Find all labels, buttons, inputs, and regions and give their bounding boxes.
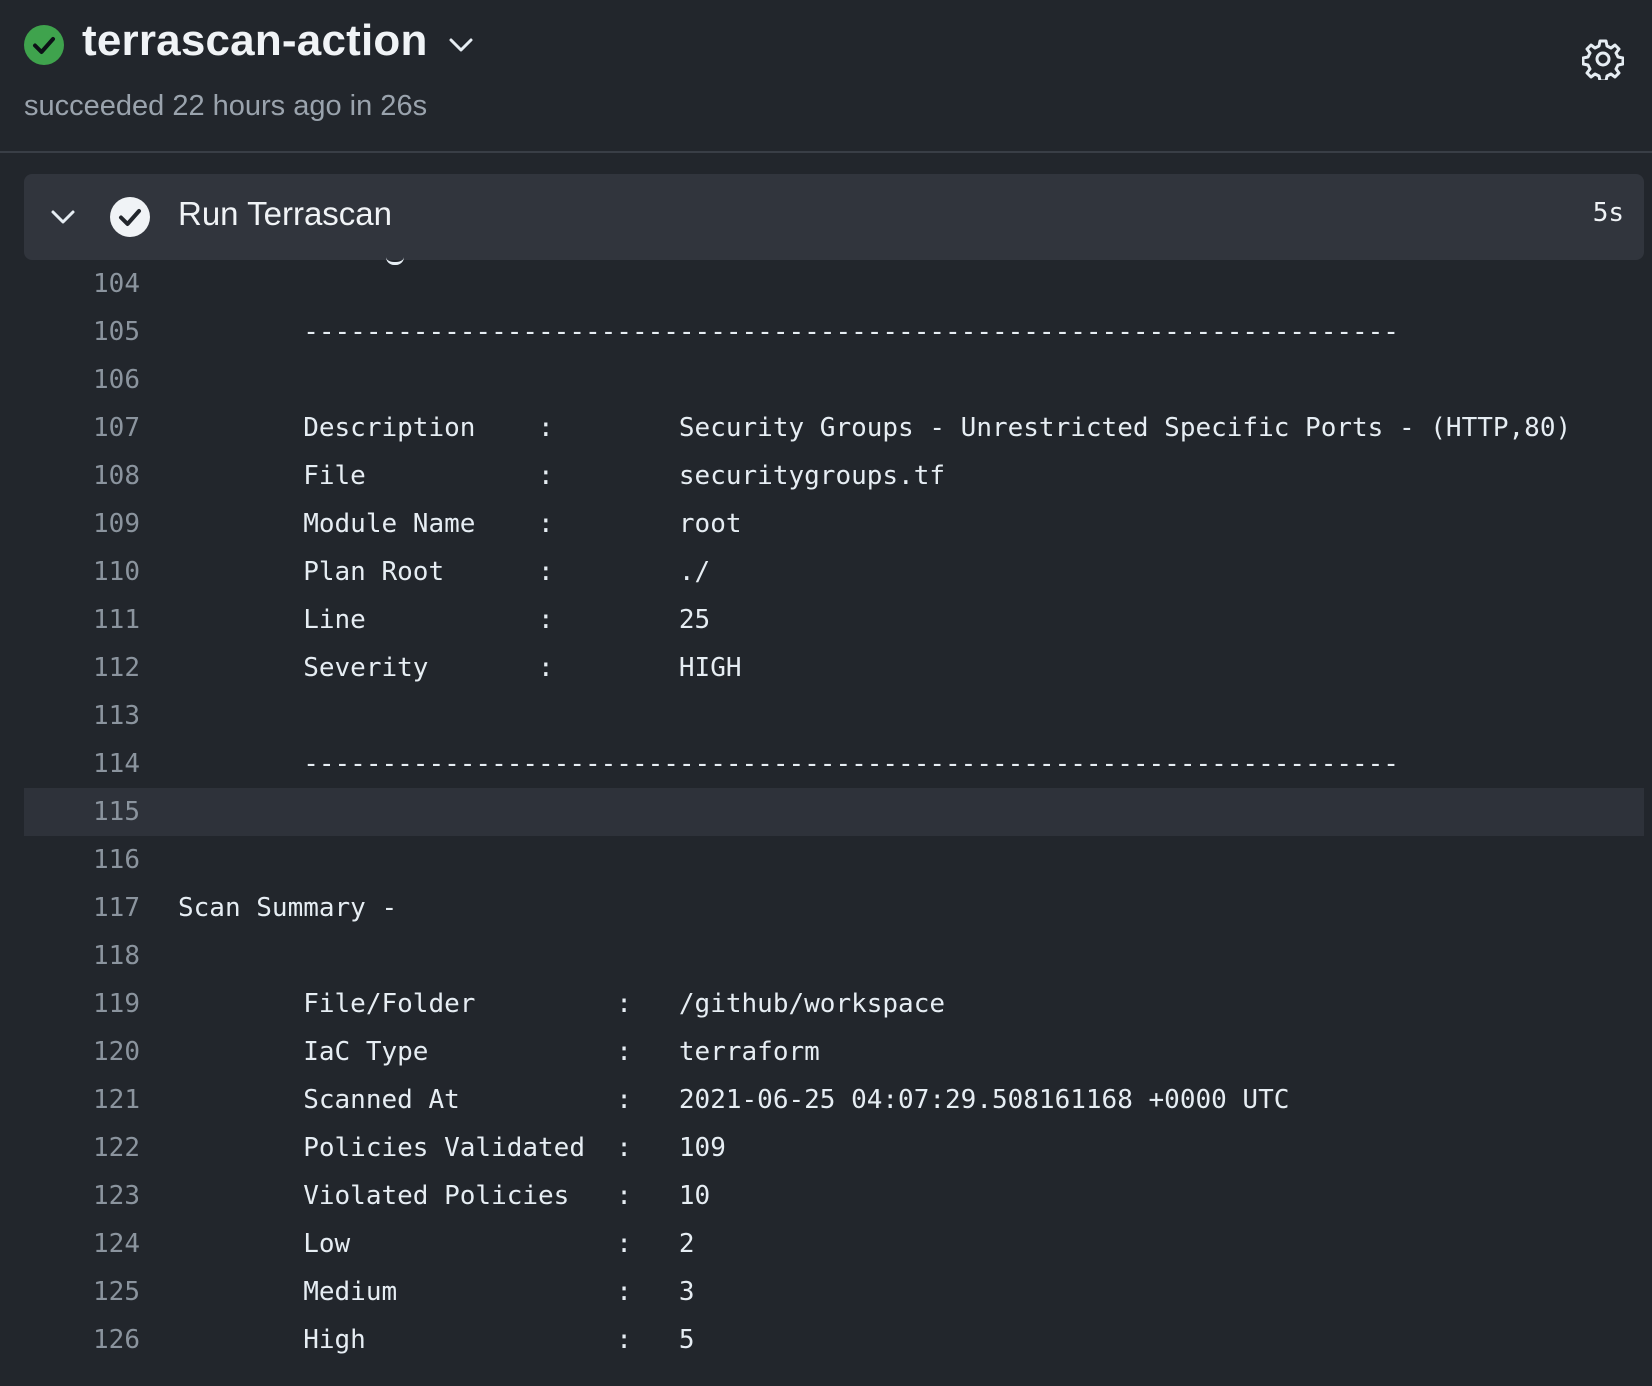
line-number[interactable]: 111 <box>24 596 140 644</box>
line-number[interactable]: 122 <box>24 1124 140 1172</box>
line-number[interactable]: 105 <box>24 308 140 356</box>
line-number[interactable]: 106 <box>24 356 140 404</box>
line-number[interactable]: 115 <box>24 788 140 836</box>
log-line[interactable]: 113 <box>24 692 1644 740</box>
line-text: IaC Type : terraform <box>178 1037 820 1067</box>
job-header: terrascan-action succeeded 22 hours ago … <box>0 0 1652 153</box>
line-number[interactable]: 108 <box>24 452 140 500</box>
line-number[interactable]: 119 <box>24 980 140 1028</box>
line-text: Plan Root : ./ <box>178 557 711 587</box>
log-line[interactable]: 109 Module Name : root <box>24 500 1644 548</box>
line-number[interactable]: 118 <box>24 932 140 980</box>
log-line[interactable]: 112 Severity : HIGH <box>24 644 1644 692</box>
line-number[interactable]: 121 <box>24 1076 140 1124</box>
line-text: Line : 25 <box>178 605 711 635</box>
check-circle-icon <box>110 197 150 237</box>
log-line[interactable]: 115 <box>24 788 1644 836</box>
log-line[interactable]: 105 ------------------------------------… <box>24 308 1644 356</box>
line-number[interactable]: 117 <box>24 884 140 932</box>
line-number[interactable]: 112 <box>24 644 140 692</box>
line-number[interactable]: 114 <box>24 740 140 788</box>
line-text: Low : 2 <box>178 1229 695 1259</box>
log-line[interactable]: 108 File : securitygroups.tf <box>24 452 1644 500</box>
line-text: Scan Summary - <box>178 893 398 923</box>
log-line[interactable]: 111 Line : 25 <box>24 596 1644 644</box>
line-text: Scanned At : 2021-06-25 04:07:29.5081611… <box>178 1085 1290 1115</box>
log-line[interactable]: 117 Scan Summary - <box>24 884 1644 932</box>
job-title: terrascan-action <box>82 16 428 65</box>
log-line[interactable]: 119 File/Folder : /github/workspace <box>24 980 1644 1028</box>
log-line[interactable]: 107 Description : Security Groups - Unre… <box>24 404 1644 452</box>
line-text: Policies Validated : 109 <box>178 1133 726 1163</box>
step-title: Run Terrascan <box>178 195 393 232</box>
log-line[interactable]: 118 <box>24 932 1644 980</box>
line-text: High : 5 <box>178 1325 695 1355</box>
log-line[interactable]: 124 Low : 2 <box>24 1220 1644 1268</box>
line-number[interactable]: 113 <box>24 692 140 740</box>
line-text: Module Name : root <box>178 509 742 539</box>
line-text: Severity : HIGH <box>178 653 742 683</box>
log-line[interactable]: 125 Medium : 3 <box>24 1268 1644 1316</box>
log-output[interactable]: 104 105 ---------------------------------… <box>24 260 1644 1386</box>
log-line[interactable]: 126 High : 5 <box>24 1316 1644 1364</box>
line-number[interactable]: 109 <box>24 500 140 548</box>
line-text: ----------------------------------------… <box>178 749 1399 779</box>
log-line[interactable]: 116 <box>24 836 1644 884</box>
line-number[interactable]: 116 <box>24 836 140 884</box>
step-duration: 5s <box>1592 198 1624 228</box>
log-line[interactable]: 104 <box>24 260 1644 308</box>
line-number[interactable]: 104 <box>24 260 140 308</box>
line-number[interactable]: 123 <box>24 1172 140 1220</box>
line-text: Violated Policies : 10 <box>178 1181 711 1211</box>
step-header-run-terrascan[interactable]: Run Terrascan 5s <box>24 174 1644 260</box>
line-text: Medium : 3 <box>178 1277 695 1307</box>
chevron-down-icon[interactable] <box>446 30 476 60</box>
line-number[interactable]: 125 <box>24 1268 140 1316</box>
check-circle-icon <box>24 25 64 65</box>
line-text: File/Folder : /github/workspace <box>178 989 946 1019</box>
log-line[interactable]: 106 <box>24 356 1644 404</box>
line-text: Description : Security Groups - Unrestri… <box>178 413 1572 443</box>
log-line[interactable]: 122 Policies Validated : 109 <box>24 1124 1644 1172</box>
line-number[interactable]: 124 <box>24 1220 140 1268</box>
log-line[interactable]: 121 Scanned At : 2021-06-25 04:07:29.508… <box>24 1076 1644 1124</box>
line-number[interactable]: 120 <box>24 1028 140 1076</box>
gear-icon[interactable] <box>1581 38 1625 83</box>
log-line[interactable]: 123 Violated Policies : 10 <box>24 1172 1644 1220</box>
chevron-down-icon[interactable] <box>48 204 78 230</box>
line-number[interactable]: 126 <box>24 1316 140 1364</box>
job-status-text: succeeded 22 hours ago in 26s <box>24 90 428 122</box>
line-text: ----------------------------------------… <box>178 317 1399 347</box>
line-text: File : securitygroups.tf <box>178 461 946 491</box>
log-line[interactable]: 120 IaC Type : terraform <box>24 1028 1644 1076</box>
log-line[interactable]: 110 Plan Root : ./ <box>24 548 1644 596</box>
line-number[interactable]: 110 <box>24 548 140 596</box>
log-line[interactable]: 114 ------------------------------------… <box>24 740 1644 788</box>
line-number[interactable]: 107 <box>24 404 140 452</box>
